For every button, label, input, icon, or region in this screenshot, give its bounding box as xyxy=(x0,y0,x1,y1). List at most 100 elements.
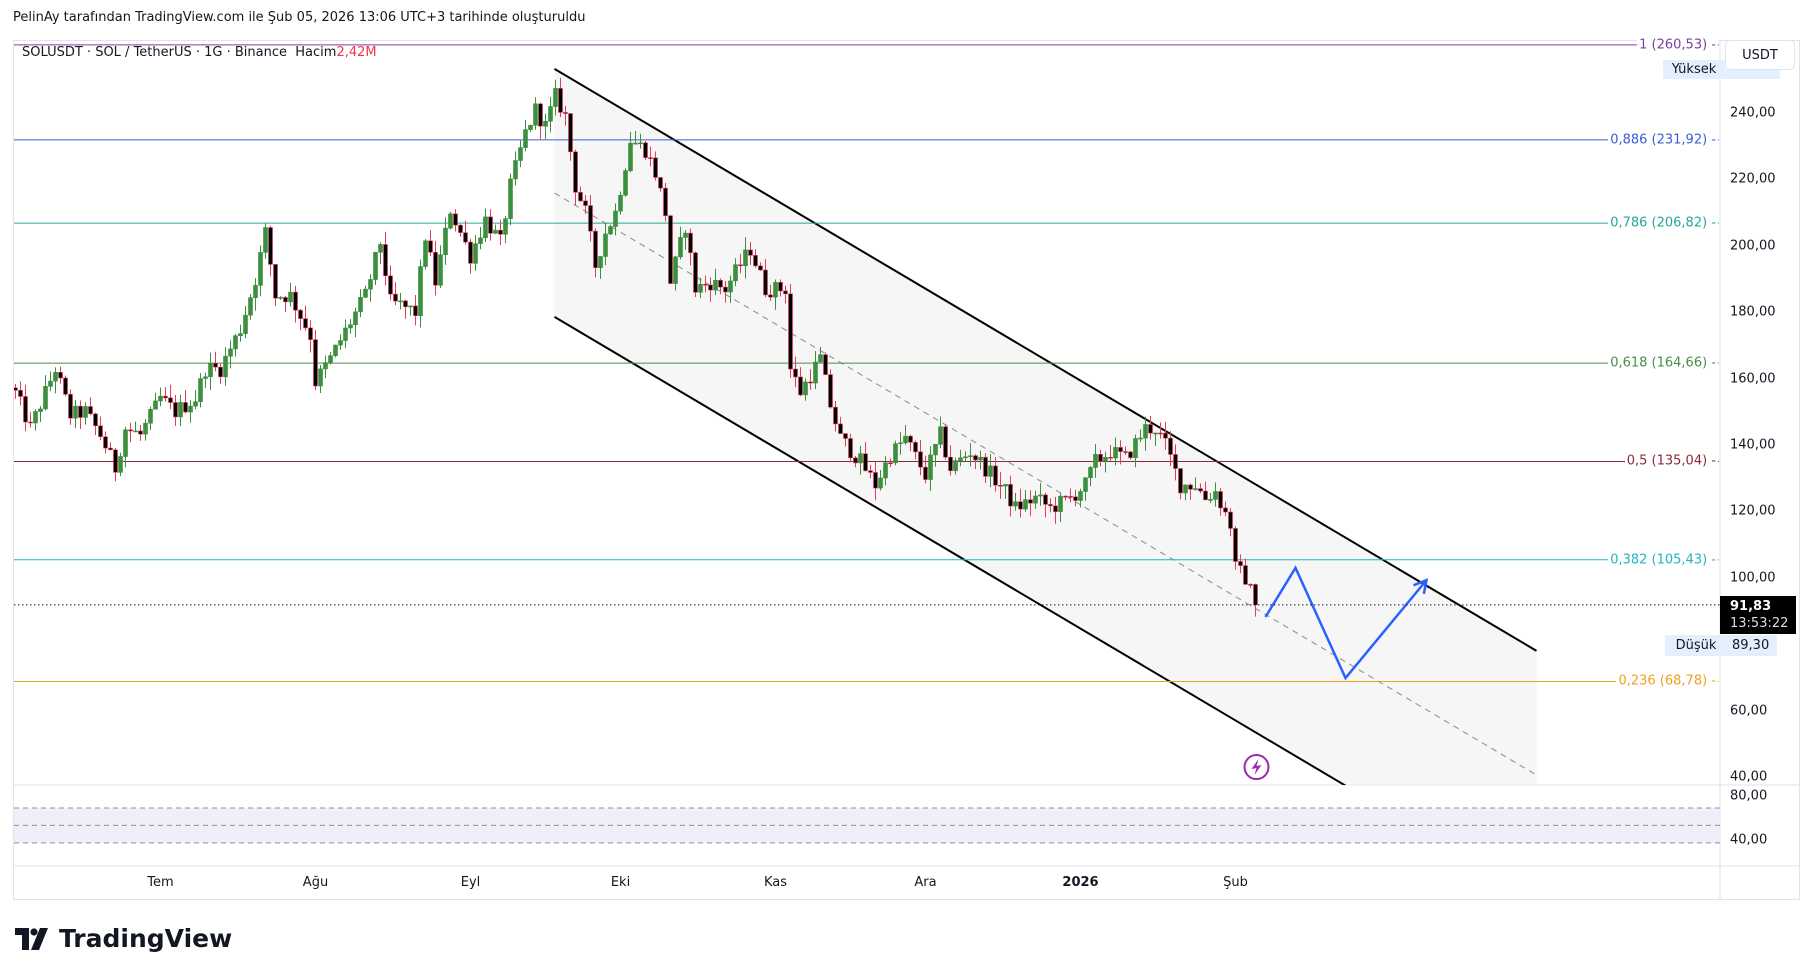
candle-body xyxy=(1203,490,1208,501)
candle-body xyxy=(453,213,458,226)
candle-body xyxy=(448,213,453,229)
chart-canvas[interactable] xyxy=(0,0,1814,975)
candle-body xyxy=(148,408,153,424)
currency-button[interactable]: USDT xyxy=(1725,40,1795,70)
candle xyxy=(403,299,408,319)
candle-body xyxy=(533,103,538,126)
parallel-channel[interactable] xyxy=(553,67,1538,899)
candle xyxy=(158,387,163,407)
candle-body xyxy=(693,252,698,293)
candle xyxy=(313,329,318,391)
candle-body xyxy=(688,232,693,254)
candle-body xyxy=(1188,484,1193,490)
candle-body xyxy=(678,237,683,258)
fib-level-label: 0,5 (135,04) - xyxy=(1624,453,1718,469)
candle-body xyxy=(138,430,143,435)
candle-body xyxy=(978,456,983,461)
candle-body xyxy=(938,426,943,445)
lightning-icon[interactable] xyxy=(1243,754,1270,781)
candle-body xyxy=(43,386,48,410)
candle-body xyxy=(573,151,578,193)
time-tick-label: Eki xyxy=(610,875,631,890)
candle-body xyxy=(1053,505,1058,512)
candle-body xyxy=(993,465,998,486)
candle-body xyxy=(613,210,618,227)
candle-body xyxy=(608,226,613,235)
candle-body xyxy=(468,241,473,264)
candle-body xyxy=(158,395,163,402)
candle-body xyxy=(963,456,968,459)
candle-body xyxy=(913,442,918,453)
candle-body xyxy=(88,406,93,415)
candle-body xyxy=(443,227,448,255)
candle-body xyxy=(408,305,413,308)
candle xyxy=(203,372,208,388)
candle xyxy=(493,224,498,234)
candle-body xyxy=(373,251,378,280)
candle-body xyxy=(813,361,818,384)
candle-body xyxy=(783,290,788,295)
candle xyxy=(243,306,248,339)
candle-body xyxy=(1033,495,1038,504)
fib-level-label: 0,786 (206,82) - xyxy=(1608,215,1718,231)
time-tick-label: Ağu xyxy=(302,875,329,890)
candle xyxy=(258,245,263,297)
candle-body xyxy=(1083,477,1088,492)
candle-body xyxy=(513,160,518,180)
candle xyxy=(138,424,143,441)
candle-body xyxy=(788,293,793,370)
candle xyxy=(623,168,628,197)
candle-body xyxy=(368,279,373,290)
candle-body xyxy=(733,264,738,282)
fibonacci-retracement[interactable] xyxy=(14,44,1720,682)
candle xyxy=(233,334,238,357)
candle xyxy=(788,283,793,378)
candle-body xyxy=(308,327,313,340)
candle-body xyxy=(893,443,898,464)
candle xyxy=(163,387,168,402)
fib-level-label: 0,382 (105,43) - xyxy=(1608,552,1718,568)
candle-body xyxy=(1068,496,1073,498)
candle-body xyxy=(618,194,623,212)
candle-body xyxy=(378,244,383,253)
candle-body xyxy=(328,355,333,363)
candle-body xyxy=(128,429,133,432)
tradingview-logo[interactable]: TradingView xyxy=(15,924,232,953)
candle-body xyxy=(1243,565,1248,585)
candle-body xyxy=(363,288,368,298)
candle-body xyxy=(868,470,873,473)
candle xyxy=(213,351,218,372)
candle-body xyxy=(718,279,723,288)
candle-body xyxy=(193,401,198,407)
candle-body xyxy=(1008,484,1013,507)
candle-body xyxy=(388,275,393,295)
symbol-legend[interactable]: SOLUSDT · SOL / TetherUS · 1G · Binance … xyxy=(22,45,377,60)
candle xyxy=(33,409,38,431)
candle-body xyxy=(173,402,178,418)
candle xyxy=(188,400,193,423)
candle-body xyxy=(1078,491,1083,501)
candle xyxy=(293,285,298,323)
candle xyxy=(358,289,363,318)
candle-body xyxy=(518,147,523,161)
candle-body xyxy=(233,335,238,350)
candle xyxy=(248,294,253,320)
candle xyxy=(148,406,153,431)
candle xyxy=(113,448,118,482)
candle xyxy=(823,352,828,375)
candle-body xyxy=(123,429,128,457)
candle-body xyxy=(473,243,478,264)
candle-body xyxy=(208,362,213,378)
candle-body xyxy=(683,232,688,238)
candle-body xyxy=(1193,488,1198,490)
candle-body xyxy=(168,397,173,403)
candle-body xyxy=(223,355,228,378)
candle xyxy=(348,318,353,334)
candle xyxy=(118,452,123,477)
price-tick-label: 120,00 xyxy=(1730,503,1776,519)
candle xyxy=(328,352,333,365)
candle-body xyxy=(1233,528,1238,562)
candle xyxy=(488,209,493,241)
candle xyxy=(338,334,343,350)
candle xyxy=(253,278,258,311)
